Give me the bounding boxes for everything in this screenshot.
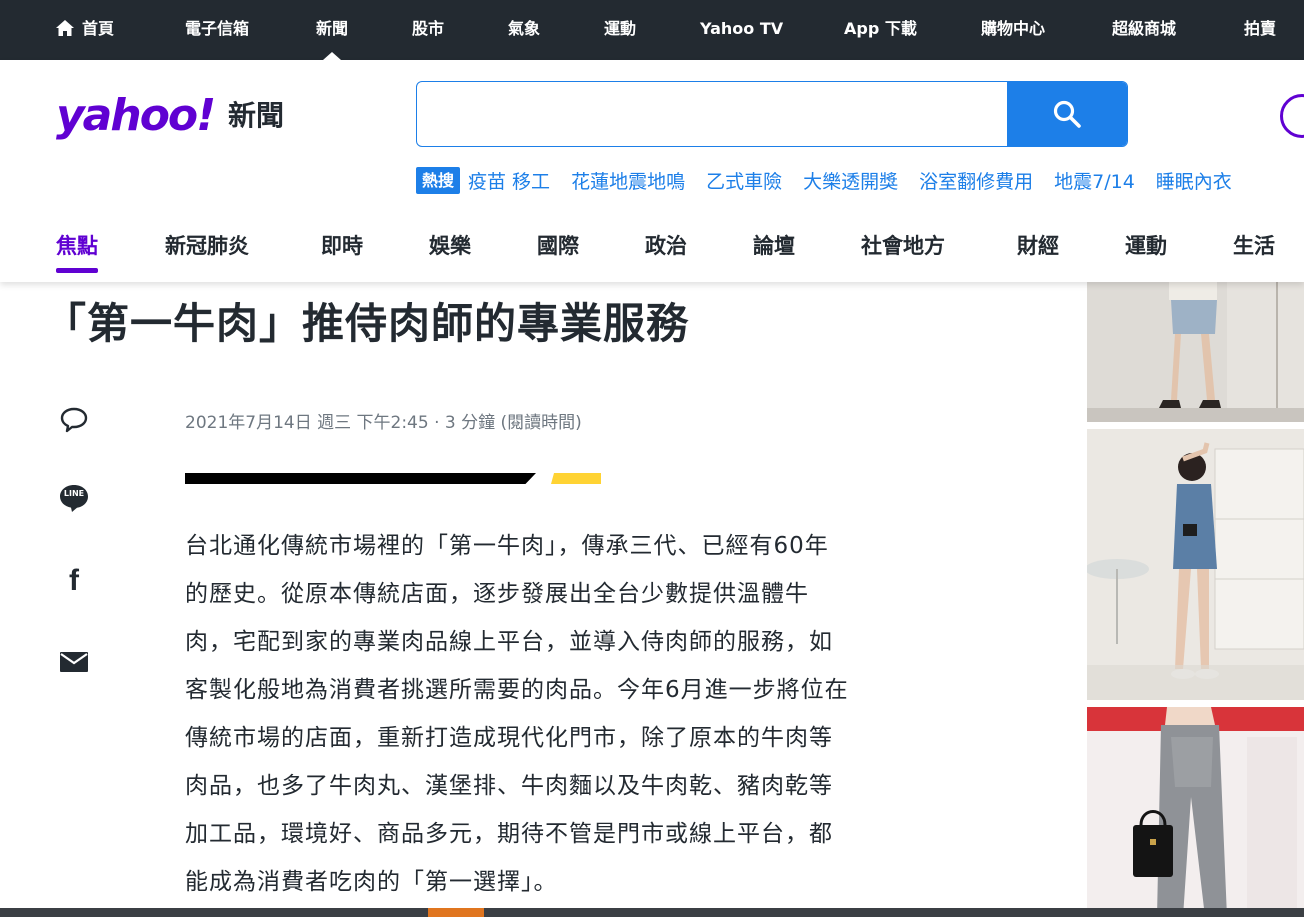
tab-realtime[interactable]: 即時 <box>321 228 363 282</box>
model-photo-shorts <box>1087 282 1304 422</box>
comment-icon <box>60 407 88 433</box>
article-meta: 2021年7月14日 週三 下午2:45 · 3 分鐘 (閱讀時間) <box>185 413 582 433</box>
facebook-icon: f <box>69 564 79 597</box>
topnav-item-sports[interactable]: 運動 <box>604 0 636 60</box>
article-body: 台北通化傳統市場裡的「第一牛肉」，傳承三代、已經有60年 的歷史。從原本傳統店面… <box>185 522 930 906</box>
tab-politics[interactable]: 政治 <box>645 228 687 282</box>
tab-sports[interactable]: 運動 <box>1125 228 1167 282</box>
bottom-dark-strip <box>0 908 1304 917</box>
decorative-rule-black <box>185 473 536 484</box>
trending-link[interactable]: 疫苗 移工 <box>468 167 550 194</box>
search-input[interactable] <box>417 82 1007 146</box>
decorative-rule-yellow <box>551 473 601 484</box>
ad-image-2[interactable] <box>1087 429 1304 700</box>
topnav-item-home[interactable]: 首頁 <box>56 0 114 60</box>
topnav-item-mall[interactable]: 超級商城 <box>1112 0 1176 60</box>
topnav-item-yahoo-tv[interactable]: Yahoo TV <box>700 0 783 60</box>
line-share-button[interactable]: LINE <box>56 480 92 516</box>
topnav-item-stock[interactable]: 股市 <box>412 0 444 60</box>
ad-image-1[interactable] <box>1087 282 1304 422</box>
logo-section-label: 新聞 <box>228 99 285 132</box>
logo-wordmark: yahoo! <box>56 90 216 141</box>
topnav-item-label: 首頁 <box>82 19 115 38</box>
tab-life[interactable]: 生活 <box>1233 228 1275 282</box>
search-icon <box>1053 100 1081 128</box>
comment-button[interactable] <box>56 402 92 438</box>
mail-icon <box>60 652 88 672</box>
tab-focus[interactable]: 焦點 <box>56 228 98 282</box>
topnav-item-app-download[interactable]: App 下載 <box>844 0 917 60</box>
article-headline: 「第一牛肉」推侍肉師的專業服務 <box>44 299 690 348</box>
trending-badge: 熱搜 <box>416 167 461 194</box>
bottom-accent-tab <box>428 908 484 917</box>
tab-entertainment[interactable]: 娛樂 <box>429 228 471 282</box>
top-navigation-bar: 首頁 電子信箱 新聞 股市 氣象 運動 Yahoo TV App 下載 購物中心… <box>0 0 1304 60</box>
model-photo-jeans-bag <box>1087 707 1304 917</box>
article-body-line: 肉品，也多了牛肉丸、漢堡排、牛肉麵以及牛肉乾、豬肉乾等 <box>185 773 833 799</box>
tab-international[interactable]: 國際 <box>537 228 579 282</box>
topnav-item-mail[interactable]: 電子信箱 <box>185 0 249 60</box>
site-header: yahoo! 新聞 熱搜 疫苗 移工 花蓮地震地鳴 乙式車險 大樂透開獎 浴室翻修費用 地震… <box>0 60 1304 282</box>
trending-link[interactable]: 大樂透開獎 <box>803 167 898 194</box>
tab-forum[interactable]: 論壇 <box>753 228 795 282</box>
trending-link[interactable]: 地震7/14 <box>1054 167 1135 194</box>
trending-link[interactable]: 乙式車險 <box>706 167 782 194</box>
home-icon <box>56 20 74 36</box>
ad-image-3[interactable] <box>1087 707 1304 917</box>
ad-image-rail <box>1085 282 1304 917</box>
article-body-line: 客製化般地為消費者挑選所需要的肉品。今年6月進一步將位在 <box>185 677 849 703</box>
article-body-line: 能成為消費者吃肉的「第一選擇」。 <box>185 869 558 895</box>
search-bar <box>416 81 1128 147</box>
trending-link[interactable]: 睡眠內衣 <box>1156 167 1232 194</box>
line-icon-label: LINE <box>63 489 85 498</box>
article-body-line: 加工品，環境好、商品多元，期待不管是門市或線上平台，都 <box>185 821 833 847</box>
account-avatar-button[interactable] <box>1280 94 1304 138</box>
facebook-share-button[interactable]: f <box>56 563 92 599</box>
model-photo-denim-dress <box>1087 429 1304 700</box>
article-body-line: 肉，宅配到家的專業肉品線上平台，並導入侍肉師的服務，如 <box>185 629 833 655</box>
trending-link[interactable]: 浴室翻修費用 <box>919 167 1033 194</box>
tab-society[interactable]: 社會地方 <box>861 228 945 282</box>
topnav-item-auction[interactable]: 拍賣 <box>1244 0 1276 60</box>
topnav-item-shopping[interactable]: 購物中心 <box>981 0 1045 60</box>
search-button[interactable] <box>1007 82 1127 146</box>
category-navigation: 焦點 新冠肺炎 即時 娛樂 國際 政治 論壇 社會地方 財經 運動 生活 <box>0 228 1304 282</box>
topnav-item-news[interactable]: 新聞 <box>316 0 348 60</box>
line-icon <box>60 485 88 512</box>
article-body-line: 台北通化傳統市場裡的「第一牛肉」，傳承三代、已經有60年 <box>185 533 829 559</box>
tab-finance[interactable]: 財經 <box>1017 228 1059 282</box>
trending-link[interactable]: 花蓮地震地鳴 <box>571 167 685 194</box>
email-share-button[interactable] <box>56 644 92 680</box>
trending-searches: 熱搜 疫苗 移工 花蓮地震地鳴 乙式車險 大樂透開獎 浴室翻修費用 地震7/14 睡眠內衣 <box>416 167 1253 197</box>
tab-covid[interactable]: 新冠肺炎 <box>165 228 249 282</box>
article-body-line: 傳統市場的店面，重新打造成現代化門市，除了原本的牛肉等 <box>185 725 833 751</box>
article-body-line: 的歷史。從原本傳統店面，逐步發展出全台少數提供溫體牛 <box>185 581 809 607</box>
yahoo-news-logo[interactable]: yahoo! 新聞 <box>56 90 284 142</box>
topnav-item-weather[interactable]: 氣象 <box>508 0 540 60</box>
